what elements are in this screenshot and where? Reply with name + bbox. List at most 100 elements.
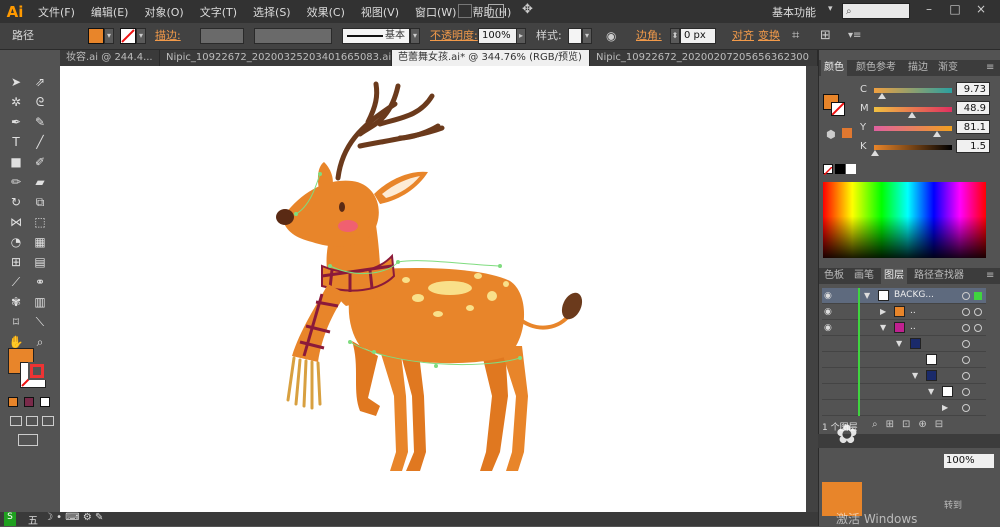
zoom-field[interactable]: 100% xyxy=(944,454,994,468)
symbol-sprayer-tool-icon[interactable]: ✾ xyxy=(8,294,24,310)
perspective-grid-tool-icon[interactable]: ▦ xyxy=(32,234,48,250)
curvature-tool-icon[interactable]: ✎ xyxy=(32,114,48,130)
panel-menu-icon[interactable]: ≡ xyxy=(983,60,997,76)
target-circle-icon[interactable] xyxy=(962,356,970,364)
maximize-button[interactable]: □ xyxy=(944,2,966,20)
tab-pathfinder[interactable]: 路径查找器 xyxy=(911,268,967,284)
layer-row[interactable]: ▼ xyxy=(822,368,986,384)
tab-stroke[interactable]: 描边 xyxy=(905,60,931,76)
expand-triangle-icon[interactable]: ▼ xyxy=(864,291,870,300)
menu-window[interactable]: 窗口(W) xyxy=(407,4,464,20)
tab-color-guide[interactable]: 颜色参考 xyxy=(853,60,899,76)
transform-link[interactable]: 变换 xyxy=(758,28,780,44)
workspace-switcher[interactable]: 基本功能 xyxy=(772,4,816,20)
tab-doc-4[interactable]: Nipic_10922672_20200207205656362300 xyxy=(590,50,818,66)
channel-c-thumb[interactable] xyxy=(877,93,886,99)
visibility-eye-icon[interactable]: ◉ xyxy=(824,323,836,333)
vertical-scrollbar[interactable] xyxy=(806,66,818,516)
menu-object[interactable]: 对象(O) xyxy=(136,4,191,20)
draw-behind-icon[interactable] xyxy=(26,416,38,426)
chevron-down-icon[interactable]: ▾ xyxy=(828,4,833,14)
gamut-swatch[interactable] xyxy=(842,128,852,138)
menu-effect[interactable]: 效果(C) xyxy=(299,4,353,20)
target-circle-icon[interactable] xyxy=(962,308,970,316)
eyedropper-tool-icon[interactable]: ⟋ xyxy=(8,274,24,290)
opacity-dropdown[interactable]: ▸ xyxy=(516,28,526,44)
draw-normal-icon[interactable] xyxy=(10,416,22,426)
scale-tool-icon[interactable]: ⧉ xyxy=(32,194,48,210)
rotate-tool-icon[interactable]: ↻ xyxy=(8,194,24,210)
magic-wand-tool-icon[interactable]: ✲ xyxy=(8,94,24,110)
variable-width-profile[interactable] xyxy=(254,28,332,44)
stroke-swatch[interactable] xyxy=(120,28,136,44)
channel-m-thumb[interactable] xyxy=(908,112,917,118)
none-mode-icon[interactable] xyxy=(40,397,50,407)
tab-doc-active[interactable]: 芭蕾舞女孩.ai* @ 344.76% (RGB/预览) xyxy=(392,50,590,66)
expand-triangle-icon[interactable]: ▼ xyxy=(880,323,886,332)
blend-tool-icon[interactable]: ⚭ xyxy=(32,274,48,290)
layer-row[interactable]: ◉ ▼ .. xyxy=(822,320,986,336)
target-circle-icon[interactable] xyxy=(962,372,970,380)
minimize-button[interactable]: – xyxy=(918,2,940,20)
width-tool-icon[interactable]: ⋈ xyxy=(8,214,24,230)
menu-select[interactable]: 选择(S) xyxy=(245,4,299,20)
layer-name[interactable]: BACKG... xyxy=(894,290,934,300)
tab-gradient[interactable]: 渐变 xyxy=(935,60,961,76)
target-circle-icon[interactable] xyxy=(962,292,970,300)
tab-color[interactable]: 颜色 xyxy=(821,60,847,76)
selection-indicator[interactable] xyxy=(974,292,982,300)
layer-row[interactable]: ▼ xyxy=(822,384,986,400)
target-circle-icon[interactable] xyxy=(962,404,970,412)
zoom-tool-icon[interactable]: ⌕ xyxy=(32,334,48,350)
black-swatch[interactable] xyxy=(835,164,845,174)
menu-view[interactable]: 视图(V) xyxy=(353,4,407,20)
screen-mode-icon[interactable] xyxy=(18,434,38,446)
align-link[interactable]: 对齐 xyxy=(732,28,754,44)
channel-y-thumb[interactable] xyxy=(933,131,942,137)
white-swatch[interactable] xyxy=(846,164,856,174)
pencil-tool-icon[interactable]: ✏ xyxy=(8,174,24,190)
target-circle-icon[interactable] xyxy=(974,308,982,316)
corner-label[interactable]: 边角: xyxy=(636,28,662,44)
target-circle-icon[interactable] xyxy=(962,324,970,332)
channel-k-slider[interactable] xyxy=(874,145,952,150)
arrange-documents-icon[interactable] xyxy=(488,4,504,18)
search-input[interactable]: ⌕ xyxy=(842,3,910,19)
isolate-icon[interactable]: ⌗ xyxy=(792,28,799,44)
eraser-tool-icon[interactable]: ▰ xyxy=(32,174,48,190)
opacity-panel-link[interactable]: 不透明度: xyxy=(430,28,478,44)
bridge-icon[interactable] xyxy=(458,4,472,18)
free-transform-tool-icon[interactable]: ⬚ xyxy=(32,214,48,230)
expand-triangle-icon[interactable]: ▼ xyxy=(928,387,934,396)
paintbrush-tool-icon[interactable]: ✐ xyxy=(32,154,48,170)
layer-row[interactable]: ▶ xyxy=(822,400,986,416)
layer-row[interactable]: ◉ ▼ BACKG... xyxy=(822,288,986,304)
direct-selection-tool-icon[interactable]: ⇗ xyxy=(32,74,48,90)
channel-c-slider[interactable] xyxy=(874,88,952,93)
pen-tool-icon[interactable]: ✒ xyxy=(8,114,24,130)
deer-illustration[interactable] xyxy=(60,66,806,516)
panel-menu-icon[interactable]: ≡ xyxy=(983,268,997,284)
brush-dropdown[interactable]: ▾ xyxy=(410,28,420,44)
corner-stepper[interactable]: ⬍ xyxy=(670,28,680,44)
slice-tool-icon[interactable]: ⟍ xyxy=(32,314,48,330)
menu-edit[interactable]: 编辑(E) xyxy=(83,4,137,20)
channel-y-value[interactable]: 81.1 xyxy=(956,120,990,134)
color-spectrum[interactable] xyxy=(823,182,986,258)
tab-doc-2[interactable]: Nipic_10922672_20200325203401665083.ai* xyxy=(160,50,392,66)
channel-m-value[interactable]: 48.9 xyxy=(956,101,990,115)
gradient-tool-icon[interactable]: ▤ xyxy=(32,254,48,270)
layer-row[interactable]: ◉ ▶ .. xyxy=(822,304,986,320)
draw-inside-icon[interactable] xyxy=(42,416,54,426)
menu-type[interactable]: 文字(T) xyxy=(192,4,245,20)
ime-logo-icon[interactable]: S xyxy=(4,512,16,526)
panel-menu-icon[interactable]: ▾≡ xyxy=(848,28,861,44)
close-button[interactable]: × xyxy=(970,2,992,20)
out-of-gamut-icon[interactable]: ⬢ xyxy=(826,128,836,141)
stroke-panel-link[interactable]: 描边: xyxy=(155,28,181,44)
line-tool-icon[interactable]: ╱ xyxy=(32,134,48,150)
artboard[interactable] xyxy=(60,66,806,516)
tab-swatches[interactable]: 色板 xyxy=(821,268,847,284)
artboard-tool-icon[interactable]: ⌑ xyxy=(8,314,24,330)
selection-tool-icon[interactable]: ➤ xyxy=(8,74,24,90)
